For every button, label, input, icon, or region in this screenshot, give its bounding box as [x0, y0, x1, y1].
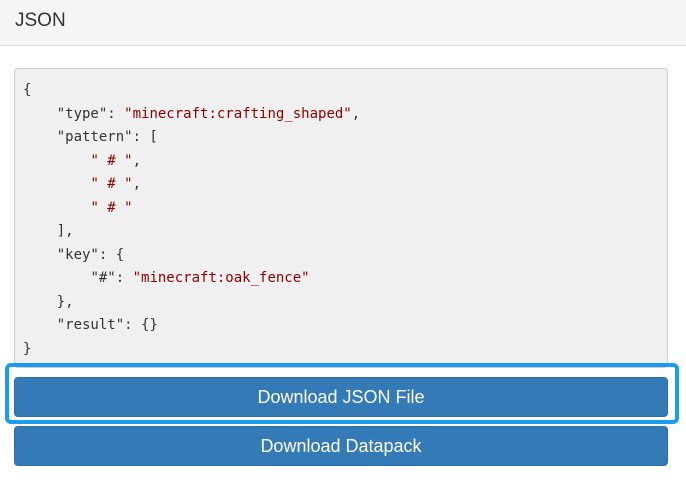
code-punct: :	[115, 270, 133, 286]
code-punct: : {}	[124, 317, 158, 333]
code-punct	[23, 270, 90, 286]
download-json-button[interactable]: Download JSON File	[14, 377, 668, 417]
code-line: "#": "minecraft:oak_fence"	[23, 270, 310, 286]
code-punct: ,	[132, 176, 142, 192]
code-line: "result": {}	[23, 317, 158, 333]
code-punct	[23, 106, 57, 122]
code-punct	[23, 247, 57, 263]
code-key: "type"	[56, 105, 108, 122]
code-line: " # "	[23, 199, 133, 216]
code-string: " # "	[90, 199, 133, 216]
download-datapack-button[interactable]: Download Datapack	[14, 426, 668, 466]
code-punct: : {	[98, 246, 125, 263]
code-line: " # ",	[23, 176, 141, 192]
code-string: "minecraft:crafting_shaped"	[124, 105, 352, 122]
code-line: },	[23, 294, 74, 310]
code-line: "pattern": [	[23, 129, 158, 145]
code-punct: },	[23, 293, 74, 310]
json-code-box[interactable]: { "type": "minecraft:crafting_shaped", "…	[14, 68, 668, 368]
code-line: "type": "minecraft:crafting_shaped",	[23, 106, 360, 122]
code-punct: }	[23, 340, 32, 357]
code-punct	[23, 129, 57, 145]
code-line: "key": {	[23, 247, 124, 263]
panel-heading: JSON	[0, 0, 686, 46]
code-punct: ],	[23, 223, 74, 239]
code-punct: {	[23, 82, 32, 98]
code-key: "result"	[56, 317, 125, 333]
code-punct: ,	[132, 152, 142, 169]
code-line: {	[23, 82, 31, 98]
code-key: "pattern"	[56, 129, 133, 145]
code-punct	[23, 200, 90, 216]
panel-title: JSON	[15, 10, 66, 31]
code-punct: :	[107, 105, 125, 122]
code-punct: : [	[132, 129, 158, 145]
code-punct	[23, 317, 57, 333]
code-string: " # "	[90, 152, 133, 169]
json-code: { "type": "minecraft:crafting_shaped", "…	[23, 79, 360, 361]
code-punct	[23, 153, 90, 169]
code-line: ],	[23, 223, 74, 239]
code-string: " # "	[90, 176, 133, 192]
code-key: "key"	[56, 246, 99, 263]
code-punct	[23, 176, 90, 192]
code-line: }	[23, 341, 31, 357]
code-punct: ,	[351, 105, 361, 122]
code-key: "#"	[90, 270, 116, 286]
code-line: " # ",	[23, 153, 141, 169]
code-string: "minecraft:oak_fence"	[132, 270, 310, 286]
